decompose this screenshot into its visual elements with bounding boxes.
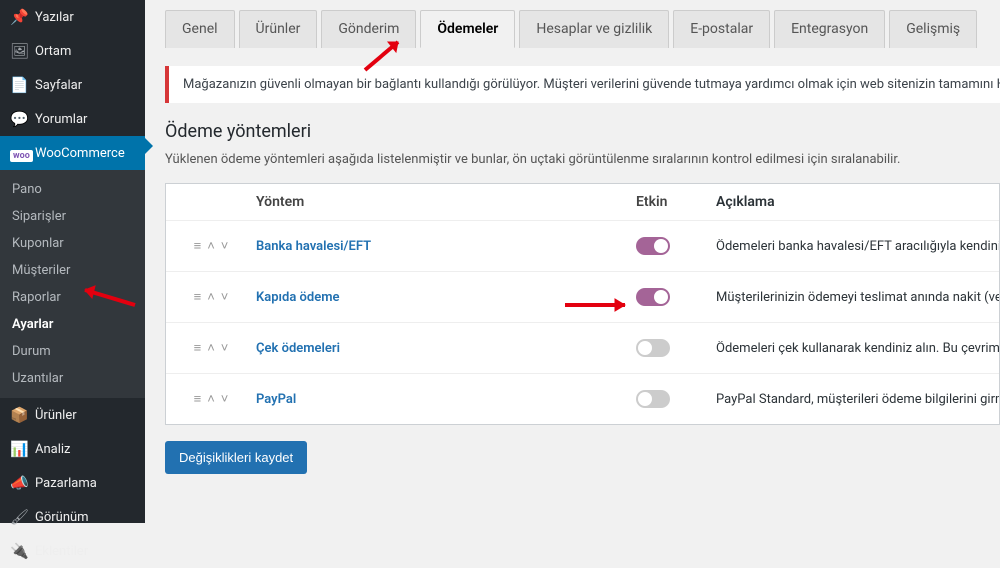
move-up-icon[interactable]: ˄: [207, 391, 215, 407]
products-icon: 📦: [10, 406, 28, 424]
sidebar-item-products[interactable]: 📦 Ürünler: [0, 398, 145, 432]
page-description: Yüklenen ödeme yöntemleri aşağıda listel…: [165, 152, 1000, 167]
sidebar-item-posts[interactable]: 📌 Yazılar: [0, 0, 145, 34]
submenu-reports[interactable]: Raporlar: [0, 284, 145, 311]
move-up-icon[interactable]: ˄: [207, 289, 215, 305]
submenu-extensions[interactable]: Uzantılar: [0, 365, 145, 392]
sidebar-item-plugins[interactable]: 🔌 Eklentiler: [0, 534, 145, 568]
comment-icon: 💬: [10, 110, 28, 128]
table-row: ≡ ˄ ˅ Kapıda ödeme Müşterilerinizin ödemey…: [166, 272, 999, 323]
gateway-link-paypal[interactable]: PayPal: [256, 392, 296, 407]
chart-icon: 📊: [10, 440, 28, 458]
page-heading: Ödeme yöntemleri: [165, 121, 1000, 142]
submenu-settings[interactable]: Ayarlar: [0, 311, 145, 338]
enable-toggle-bacs[interactable]: [636, 237, 670, 255]
nav-label: Yazılar: [35, 10, 74, 25]
drag-handle-icon[interactable]: ≡: [194, 238, 202, 254]
payment-methods-table: Yöntem Etkin Açıklama ≡ ˄ ˅ Banka havalesi…: [165, 183, 1000, 425]
tab-integration[interactable]: Entegrasyon: [774, 10, 885, 48]
main-content: Genel Ürünler Gönderim Ödemeler Hesaplar…: [145, 0, 1000, 523]
move-down-icon[interactable]: ˅: [221, 340, 229, 356]
col-method: Yöntem: [256, 194, 636, 210]
drag-handle-icon[interactable]: ≡: [194, 340, 202, 356]
tab-payments[interactable]: Ödemeler: [420, 10, 515, 48]
tab-advanced[interactable]: Gelişmiş: [889, 10, 977, 48]
pin-icon: 📌: [10, 8, 28, 26]
gateway-link-bacs[interactable]: Banka havalesi/EFT: [256, 239, 371, 254]
enable-toggle-cod[interactable]: [636, 288, 670, 306]
tab-general[interactable]: Genel: [165, 10, 235, 48]
move-up-icon[interactable]: ˄: [207, 340, 215, 356]
nav-label: Analiz: [35, 442, 71, 457]
table-row: ≡ ˄ ˅ Banka havalesi/EFT Ödemeleri banka h…: [166, 221, 999, 272]
tab-accounts[interactable]: Hesaplar ve gizlilik: [519, 10, 669, 48]
col-enabled: Etkin: [636, 194, 716, 210]
move-up-icon[interactable]: ˄: [207, 238, 215, 254]
nav-label: Görünüm: [35, 510, 89, 525]
nav-label: Yorumlar: [35, 112, 87, 127]
sidebar-submenu: Pano Siparişler Kuponlar Müşteriler Rapo…: [0, 170, 145, 398]
sidebar-item-media[interactable]: 🖼 Ortam: [0, 34, 145, 68]
submenu-orders[interactable]: Siparişler: [0, 203, 145, 230]
sidebar-item-analytics[interactable]: 📊 Analiz: [0, 432, 145, 466]
active-indicator-icon: [145, 138, 153, 154]
table-row: ≡ ˄ ˅ PayPal PayPal Standard, müşterileri …: [166, 374, 999, 424]
gateway-description: Ödemeleri çek kullanarak kendiniz alın. …: [716, 341, 999, 356]
settings-tabs: Genel Ürünler Gönderim Ödemeler Hesaplar…: [165, 10, 1000, 48]
nav-label: Pazarlama: [35, 476, 97, 491]
brush-icon: 🖌: [10, 508, 28, 526]
https-warning-notice: Mağazanızın güvenli olmayan bir bağlantı…: [165, 66, 1000, 103]
megaphone-icon: 📣: [10, 474, 28, 492]
tab-products[interactable]: Ürünler: [239, 10, 318, 48]
gateway-link-cheque[interactable]: Çek ödemeleri: [256, 341, 340, 356]
drag-handle-icon[interactable]: ≡: [194, 289, 202, 305]
nav-label: WooCommerce: [35, 146, 125, 161]
sidebar-item-appearance[interactable]: 🖌 Görünüm: [0, 500, 145, 534]
tab-shipping[interactable]: Gönderim: [321, 10, 416, 48]
media-icon: 🖼: [10, 42, 28, 60]
sidebar-item-comments[interactable]: 💬 Yorumlar: [0, 102, 145, 136]
move-down-icon[interactable]: ˅: [221, 238, 229, 254]
page-icon: 📄: [10, 76, 28, 94]
save-changes-button[interactable]: Değişiklikleri kaydet: [165, 441, 307, 474]
plug-icon: 🔌: [10, 542, 28, 560]
nav-label: Ortam: [35, 44, 71, 59]
enable-toggle-paypal[interactable]: [636, 390, 670, 408]
gateway-link-cod[interactable]: Kapıda ödeme: [256, 290, 340, 305]
move-down-icon[interactable]: ˅: [221, 391, 229, 407]
nav-label: Ürünler: [35, 408, 77, 423]
admin-sidebar: 📌 Yazılar 🖼 Ortam 📄 Sayfalar 💬 Yorumlar woo …: [0, 0, 145, 523]
submenu-dashboard[interactable]: Pano: [0, 176, 145, 203]
tab-emails[interactable]: E-postalar: [673, 10, 770, 48]
woo-icon: woo: [10, 144, 28, 162]
nav-label: Sayfalar: [35, 78, 82, 93]
sidebar-item-marketing[interactable]: 📣 Pazarlama: [0, 466, 145, 500]
submenu-coupons[interactable]: Kuponlar: [0, 230, 145, 257]
col-description: Açıklama: [716, 194, 999, 210]
sidebar-item-woocommerce[interactable]: woo WooCommerce: [0, 136, 145, 170]
drag-handle-icon[interactable]: ≡: [194, 391, 202, 407]
submenu-customers[interactable]: Müşteriler: [0, 257, 145, 284]
submenu-status[interactable]: Durum: [0, 338, 145, 365]
move-down-icon[interactable]: ˅: [221, 289, 229, 305]
nav-label: Eklentiler: [35, 544, 88, 559]
gateway-description: PayPal Standard, müşterileri ödeme bilgi…: [716, 392, 999, 407]
gateway-description: Müşterilerinizin ödemeyi teslimat anında…: [716, 290, 999, 305]
sidebar-item-pages[interactable]: 📄 Sayfalar: [0, 68, 145, 102]
enable-toggle-cheque[interactable]: [636, 339, 670, 357]
gateway-description: Ödemeleri banka havalesi/EFT aracılığıyl…: [716, 239, 999, 254]
table-row: ≡ ˄ ˅ Çek ödemeleri Ödemeleri çek kullanar…: [166, 323, 999, 374]
